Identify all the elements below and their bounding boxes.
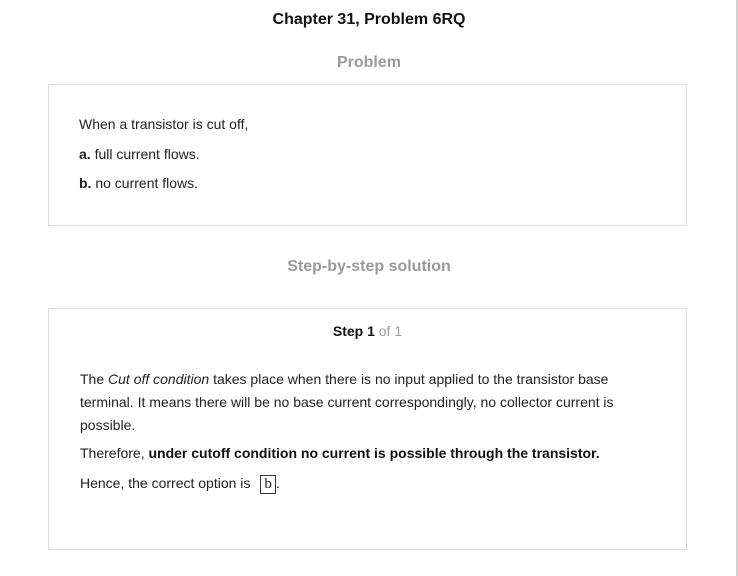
problem-heading: Problem	[336, 54, 401, 71]
solution-heading: Step-by-step solution	[287, 258, 451, 275]
option-b: b. no current flows.	[79, 175, 198, 191]
problem-question: When a transistor is cut off,	[79, 116, 249, 132]
para3-prefix: Hence, the correct option is	[80, 475, 255, 491]
step-count: of 1	[374, 323, 403, 339]
para2-conclusion: under cutoff condition no current is pos…	[148, 445, 600, 461]
option-a: a. full current flows.	[79, 146, 200, 162]
option-a-letter: a.	[79, 146, 91, 162]
solution-paragraph-1: The Cut off condition takes place when t…	[80, 368, 640, 437]
option-b-text: no current flows.	[91, 175, 199, 191]
solution-paragraph-3: Hence, the correct option is b.	[80, 472, 640, 495]
para3-suffix: .	[275, 475, 280, 491]
page-title: Chapter 31, Problem 6RQ	[272, 11, 466, 28]
answer-box: b	[260, 474, 276, 494]
step-title: Step 1 of 1	[49, 323, 686, 339]
para1-prefix: The	[80, 371, 109, 387]
option-b-letter: b.	[79, 175, 92, 191]
option-a-text: full current flows.	[90, 146, 200, 162]
para2-prefix: Therefore,	[80, 445, 149, 461]
step-label: Step 1	[332, 323, 375, 339]
para1-term: Cut off condition	[108, 371, 210, 387]
solution-paragraph-2: Therefore, under cutoff condition no cur…	[80, 442, 680, 465]
problem-card: When a transistor is cut off, a. full cu…	[48, 84, 687, 226]
solution-card: Step 1 of 1 The Cut off condition takes …	[48, 308, 687, 550]
